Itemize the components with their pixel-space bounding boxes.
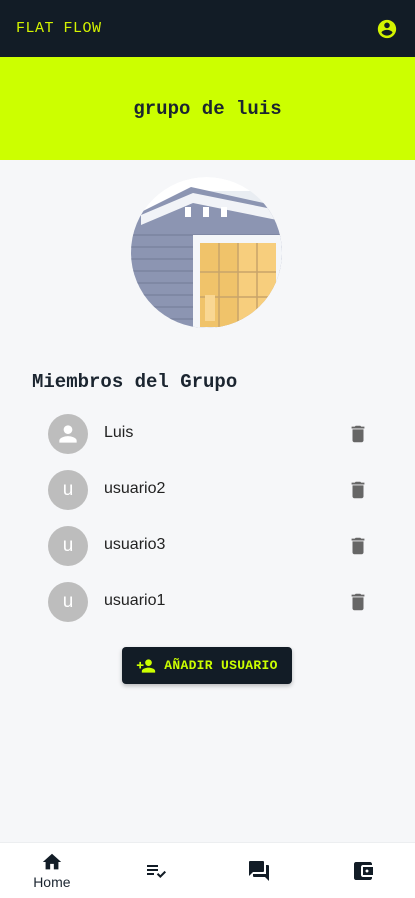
delete-icon[interactable] [346,534,370,558]
account-circle-icon[interactable] [375,17,399,41]
bottom-navigation: Home [0,842,415,898]
delete-icon[interactable] [346,422,370,446]
nav-tasks[interactable] [104,843,208,898]
app-brand: FLAT FLOW [16,20,102,37]
person-add-icon [137,658,156,673]
member-item: u usuario1 [0,575,415,631]
app-bar: FLAT FLOW [0,0,415,57]
nav-wallet[interactable] [311,843,415,898]
nav-chat[interactable] [208,843,312,898]
avatar: u [48,582,88,622]
member-item: u usuario2 [0,463,415,519]
member-list: Luis u usuario2 u usuario3 u usuario1 [0,407,415,631]
member-name: usuario3 [104,536,166,553]
add-user-button[interactable]: AÑADIR USUARIO [122,647,292,684]
member-name: usuario1 [104,592,166,609]
members-section-title: Miembros del Grupo [32,371,238,393]
tasks-icon [146,864,166,878]
group-banner: grupo de luis [0,57,415,160]
avatar [48,414,88,454]
member-item: u usuario3 [0,519,415,575]
member-name: Luis [104,424,134,441]
nav-home-label: Home [33,874,71,890]
nav-home[interactable]: Home [0,843,104,898]
delete-icon[interactable] [346,478,370,502]
group-photo [131,177,282,328]
member-item: Luis [0,407,415,463]
delete-icon[interactable] [346,590,370,614]
wallet-icon [354,861,374,880]
avatar: u [48,470,88,510]
home-icon [42,853,62,870]
chat-icon [249,860,270,881]
member-name: usuario2 [104,480,166,497]
person-icon [59,425,77,443]
group-title: grupo de luis [133,97,282,120]
avatar: u [48,526,88,566]
add-user-label: AÑADIR USUARIO [164,658,278,673]
